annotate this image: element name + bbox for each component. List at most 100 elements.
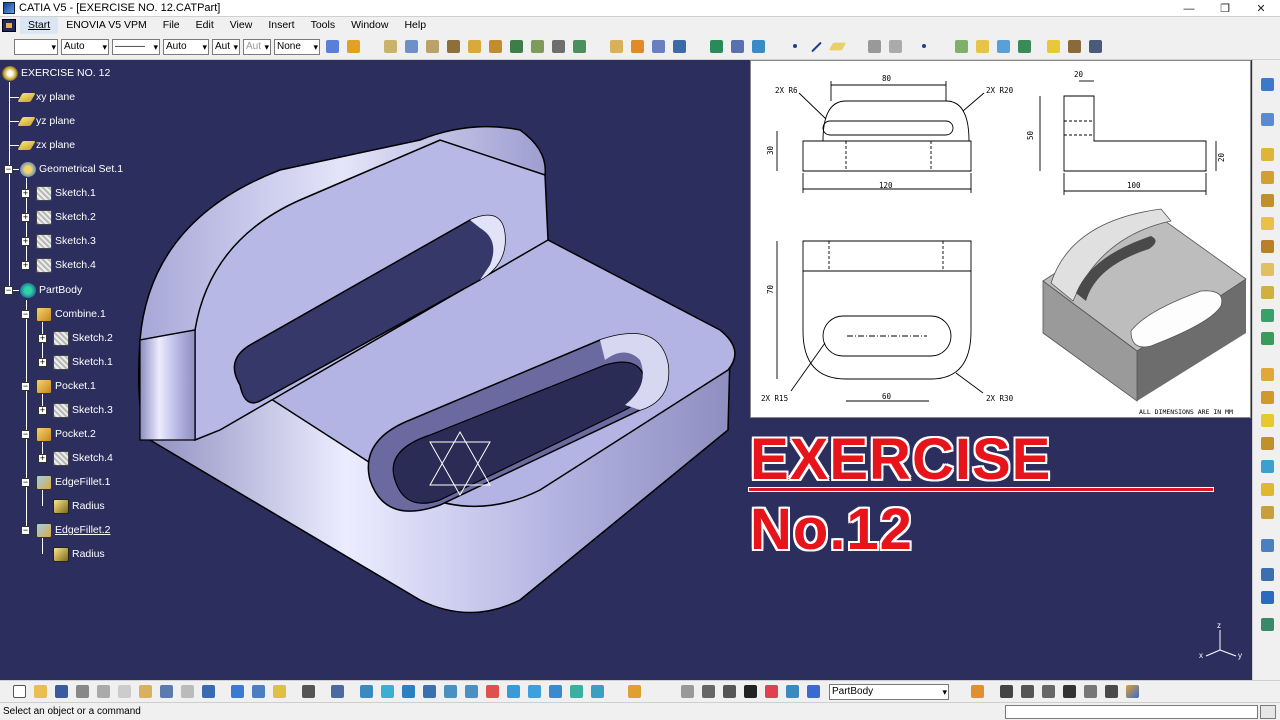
transparency-combo[interactable]: Auto <box>61 38 109 55</box>
thickness-icon[interactable] <box>1258 457 1277 476</box>
groove-icon[interactable] <box>1258 214 1277 233</box>
fit-all-icon[interactable] <box>378 682 397 701</box>
solid-combine-icon[interactable] <box>570 37 589 56</box>
tree-yz-plane[interactable]: yz plane <box>17 112 75 130</box>
rib-icon[interactable] <box>1258 260 1277 279</box>
thread-icon[interactable] <box>1258 480 1277 499</box>
render-icon[interactable] <box>1086 37 1105 56</box>
tree-combine-sketch-2[interactable]: Sketch.2 <box>53 329 113 347</box>
minimize-button[interactable]: — <box>1172 0 1206 17</box>
collapse-toggle[interactable]: − <box>21 526 30 535</box>
isometric-view-icon[interactable] <box>525 682 544 701</box>
expand-toggle[interactable]: + <box>38 454 47 463</box>
work-object-icon[interactable] <box>804 682 823 701</box>
sketch-analysis-icon[interactable] <box>678 682 697 701</box>
solid-combine-icon[interactable] <box>1258 329 1277 348</box>
shaft-icon[interactable] <box>423 37 442 56</box>
fillet-icon[interactable] <box>607 37 626 56</box>
menu-edit[interactable]: Edit <box>188 17 222 34</box>
collapse-toggle[interactable]: − <box>21 382 30 391</box>
collapse-toggle[interactable]: − <box>21 430 30 439</box>
change-body-icon[interactable] <box>783 682 802 701</box>
measure-icon[interactable] <box>1044 37 1063 56</box>
chamfer-icon[interactable] <box>628 37 647 56</box>
new-file-icon[interactable] <box>10 682 29 701</box>
command-input[interactable] <box>1005 705 1258 719</box>
layer-combo[interactable]: None <box>274 38 320 55</box>
update-icon[interactable] <box>228 682 247 701</box>
painter-icon[interactable] <box>323 37 342 56</box>
menu-help[interactable]: Help <box>396 17 434 34</box>
fly-mode-icon[interactable] <box>357 682 376 701</box>
tree-xy-plane[interactable]: xy plane <box>17 88 75 106</box>
menu-enovia[interactable]: ENOVIA V5 VPM <box>58 17 155 34</box>
pad-icon[interactable] <box>1258 145 1277 164</box>
capture-icon[interactable] <box>299 682 318 701</box>
groove-icon[interactable] <box>444 37 463 56</box>
menu-insert[interactable]: Insert <box>260 17 302 34</box>
close-button[interactable]: ✕ <box>1244 0 1278 17</box>
tree-fillet1-radius[interactable]: Radius <box>53 497 105 515</box>
redo-icon[interactable] <box>178 682 197 701</box>
expand-toggle[interactable]: + <box>21 213 30 222</box>
current-body-combo[interactable]: PartBody <box>829 683 949 700</box>
tree-pocket2-sketch-4[interactable]: Sketch.4 <box>53 449 113 467</box>
formula-icon[interactable] <box>997 682 1016 701</box>
tree-root[interactable]: EXERCISE NO. 12 <box>2 64 110 82</box>
expand-toggle[interactable]: + <box>21 189 30 198</box>
save-icon[interactable] <box>52 682 71 701</box>
tree-sketch-1[interactable]: Sketch.1 <box>36 184 96 202</box>
menu-window[interactable]: Window <box>343 17 396 34</box>
tree-sketch-3[interactable]: Sketch.3 <box>36 232 96 250</box>
menu-tools[interactable]: Tools <box>303 17 344 34</box>
select-arrow-icon[interactable] <box>625 682 644 701</box>
law-icon[interactable] <box>1039 682 1058 701</box>
tree-edgefillet-1[interactable]: EdgeFillet.1 <box>36 473 110 491</box>
sketcher-icon[interactable] <box>1258 75 1277 94</box>
maximize-button[interactable]: ❐ <box>1208 0 1242 17</box>
knowledge-icon[interactable] <box>699 682 718 701</box>
line-icon[interactable] <box>807 37 826 56</box>
zoom-out-icon[interactable] <box>462 682 481 701</box>
draft-icon[interactable] <box>649 37 668 56</box>
copy-icon[interactable] <box>115 682 134 701</box>
rectangular-pattern-icon[interactable] <box>1258 588 1277 607</box>
point-icon[interactable] <box>786 37 805 56</box>
print-icon[interactable] <box>73 682 92 701</box>
shell-icon[interactable] <box>670 37 689 56</box>
collapse-toggle[interactable]: − <box>4 165 13 174</box>
properties-brush-icon[interactable] <box>344 37 363 56</box>
tree-pocket1-sketch-3[interactable]: Sketch.3 <box>53 401 113 419</box>
tree-fillet2-radius[interactable]: Radius <box>53 545 105 563</box>
multi-section-icon[interactable] <box>1258 306 1277 325</box>
tree-combine-sketch-1[interactable]: Sketch.1 <box>53 353 113 371</box>
pocket-icon[interactable] <box>1258 168 1277 187</box>
translation-icon[interactable] <box>707 37 726 56</box>
chamfer-icon[interactable] <box>1258 388 1277 407</box>
expand-toggle[interactable]: + <box>38 406 47 415</box>
thick-surface-icon[interactable] <box>973 37 992 56</box>
scaling-icon[interactable] <box>1258 615 1277 634</box>
command-history-button[interactable] <box>1260 705 1276 719</box>
thickness-combo[interactable]: Auto <box>163 38 209 55</box>
hide-show-icon[interactable] <box>567 682 586 701</box>
tree-zx-plane[interactable]: zx plane <box>17 136 75 154</box>
grid-icon[interactable] <box>886 37 905 56</box>
paste-icon[interactable] <box>136 682 155 701</box>
tree-combine-1[interactable]: Combine.1 <box>36 305 106 323</box>
rib-icon[interactable] <box>486 37 505 56</box>
tree-sketch-4[interactable]: Sketch.4 <box>36 256 96 274</box>
point-symbol-combo[interactable]: Aut <box>212 38 240 55</box>
collapse-toggle[interactable]: − <box>21 478 30 487</box>
remove-face-icon[interactable] <box>1258 503 1277 522</box>
plane-icon[interactable] <box>828 37 847 56</box>
zoom-in-icon[interactable] <box>441 682 460 701</box>
slot-icon[interactable] <box>1258 283 1277 302</box>
tree-sketch-2[interactable]: Sketch.2 <box>36 208 96 226</box>
tree-pocket-2[interactable]: Pocket.2 <box>36 425 96 443</box>
measure-between-icon[interactable] <box>720 682 739 701</box>
normal-view-icon[interactable] <box>483 682 502 701</box>
split-icon[interactable] <box>952 37 971 56</box>
apply-material-icon[interactable] <box>968 682 987 701</box>
point-create-icon[interactable] <box>915 37 934 56</box>
